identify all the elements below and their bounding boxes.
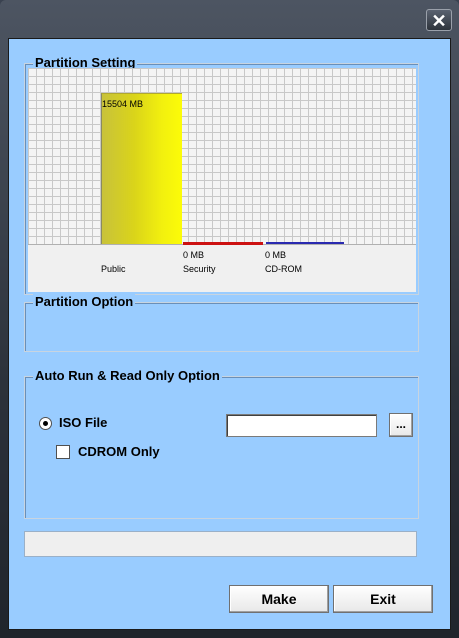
bar-cdrom [266,242,344,244]
radio-selected-dot [43,421,48,426]
cdrom-only-label: CDROM Only [78,444,160,459]
iso-file-radio[interactable] [39,417,52,430]
close-button[interactable]: ✕ [426,9,452,31]
bar-security [183,242,263,245]
category-label-public: Public [101,264,126,274]
partition-option-group: Partition Option [24,294,419,352]
cdrom-only-checkbox[interactable] [56,445,70,459]
autorun-group: Auto Run & Read Only Option ISO File ...… [24,368,419,519]
value-label-security: 0 MB [183,250,205,260]
partition-option-title: Partition Option [33,294,136,309]
chart-grid [28,68,416,245]
make-button[interactable]: Make [229,585,329,613]
window-frame: ✕ Partition Setting 15504 MB 0 MB 0 MB P… [0,0,459,638]
category-label-security: Security [183,264,216,274]
iso-file-label: ISO File [59,415,108,430]
iso-path-input[interactable] [226,414,377,437]
value-label-cdrom: 0 MB [265,250,287,260]
category-label-cdrom: CD-ROM [265,264,302,274]
exit-button[interactable]: Exit [333,585,433,613]
status-bar [24,531,417,557]
browse-button[interactable]: ... [389,413,413,437]
autorun-title: Auto Run & Read Only Option [33,368,222,383]
dialog-body: Partition Setting 15504 MB 0 MB 0 MB Pub… [8,38,451,630]
partition-chart: 15504 MB 0 MB 0 MB Public Security CD-RO… [28,68,416,292]
partition-setting-group: Partition Setting 15504 MB 0 MB 0 MB Pub… [24,55,419,295]
bar-label-public: 15504 MB [102,99,144,109]
bar-public [101,93,182,244]
